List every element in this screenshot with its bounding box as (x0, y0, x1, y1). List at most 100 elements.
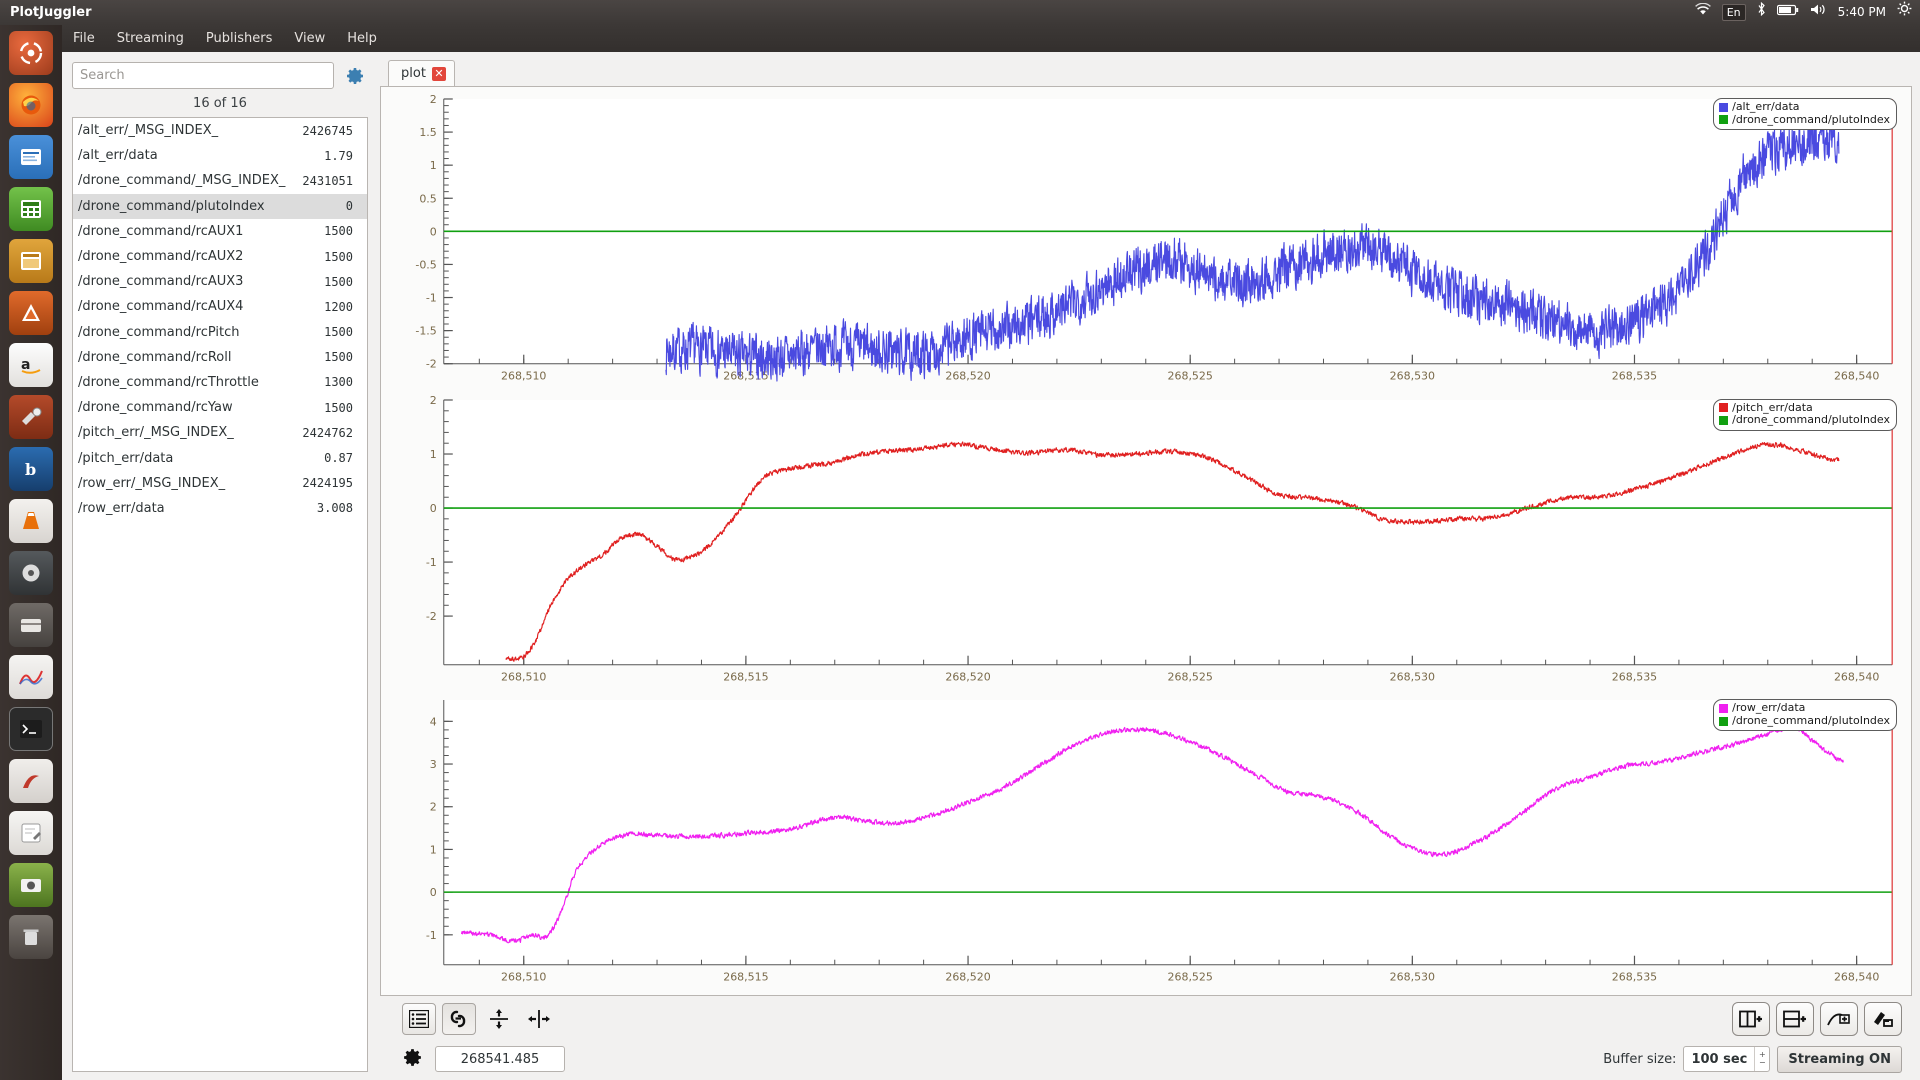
legend-swatch-pitch-err (1719, 403, 1729, 413)
menu-publishers[interactable]: Publishers (195, 27, 283, 50)
legend-entry: /drone_command/plutoIndex (1719, 113, 1890, 127)
plot-alt-err[interactable]: -2 -1.5 -1 -0.5 0 0.5 1 1.5 2 268,510 268,515 268,5… (387, 93, 1905, 390)
curve-list[interactable]: /alt_err/_MSG_INDEX_ 2426745/alt_err/data… (72, 117, 368, 1072)
plot-row-err-legend[interactable]: /row_err/data /drone_command/plutoIndex (1713, 699, 1897, 732)
launcher-amazon-icon[interactable]: a (9, 343, 53, 387)
launcher-vlc-icon[interactable] (9, 499, 53, 543)
curve-list-item[interactable]: /row_err/_MSG_INDEX_ 2424195 (73, 471, 367, 496)
wifi-icon[interactable] (1694, 0, 1711, 25)
curve-list-item[interactable]: /row_err/data 3.008 (73, 496, 367, 521)
launcher-software-center-icon[interactable] (9, 291, 53, 335)
svg-text:-0.5: -0.5 (415, 258, 436, 271)
svg-text:268,510: 268,510 (501, 971, 546, 984)
clock[interactable]: 5:40 PM (1838, 0, 1886, 25)
svg-text:268,515: 268,515 (723, 670, 768, 683)
svg-text:268,525: 268,525 (1168, 971, 1213, 984)
curve-list-item[interactable]: /drone_command/_MSG_INDEX_ 2431051 (73, 168, 367, 193)
split-horizontal-icon[interactable] (1732, 1002, 1770, 1036)
curve-list-item[interactable]: /alt_err/_MSG_INDEX_ 2426745 (73, 118, 367, 143)
buffer-size-spinner[interactable]: 100 sec + − (1683, 1046, 1771, 1072)
zoom-horizontal-icon[interactable] (522, 1003, 556, 1035)
launcher-dash-icon[interactable] (9, 31, 53, 75)
svg-text:268,535: 268,535 (1612, 370, 1657, 383)
window-title: PlotJuggler (10, 5, 92, 20)
launcher-bluefish-icon[interactable]: b (9, 447, 53, 491)
launcher-firefox-icon[interactable] (9, 83, 53, 127)
legend-label: /alt_err/data (1732, 100, 1800, 113)
current-time-value[interactable]: 268541.485 (435, 1046, 565, 1072)
svg-text:1: 1 (430, 448, 437, 461)
search-input[interactable] (72, 62, 334, 89)
launcher-calc-icon[interactable] (9, 187, 53, 231)
curve-list-item[interactable]: /pitch_err/_MSG_INDEX_ 2424762 (73, 420, 367, 445)
menu-view[interactable]: View (283, 27, 336, 50)
launcher-screenshot-icon[interactable] (9, 863, 53, 907)
add-plot-icon[interactable] (1820, 1002, 1858, 1036)
plot-row-err-canvas[interactable]: -1 0 1 2 3 4 268,510 268,515 268,520 268,525 268,5… (387, 694, 1905, 991)
curve-value: 1500 (324, 325, 353, 340)
menu-help[interactable]: Help (336, 27, 388, 50)
curve-name: /row_err/_MSG_INDEX_ (78, 475, 226, 491)
status-gear-icon[interactable] (402, 1047, 423, 1072)
launcher-plotjuggler-icon[interactable] (9, 655, 53, 699)
curve-list-item[interactable]: /drone_command/rcAUX3 1500 (73, 269, 367, 294)
menu-file[interactable]: File (62, 27, 106, 50)
curve-list-item[interactable]: /pitch_err/data 0.87 (73, 445, 367, 470)
plot-row-err[interactable]: -1 0 1 2 3 4 268,510 268,515 268,520 268,525 268,5… (387, 694, 1905, 991)
curve-list-item[interactable]: /drone_command/rcPitch 1500 (73, 320, 367, 345)
tab-strip: plot ✕ (380, 56, 1912, 86)
legend-swatch-pluto-index (1719, 415, 1729, 425)
spinner-arrows-icon[interactable]: + − (1754, 1047, 1769, 1071)
session-menu-icon[interactable] (1897, 0, 1912, 25)
launcher-settings-icon[interactable] (9, 395, 53, 439)
curve-list-item[interactable]: /drone_command/rcRoll 1500 (73, 345, 367, 370)
launcher-files-icon[interactable] (9, 135, 53, 179)
svg-text:268,525: 268,525 (1168, 370, 1213, 383)
curve-list-item[interactable]: /drone_command/plutoIndex 0 (73, 193, 367, 219)
bluetooth-icon[interactable] (1757, 0, 1766, 25)
main-workspace: 16 of 16 /alt_err/_MSG_INDEX_ 2426745/alt… (62, 52, 1920, 1080)
launcher-terminal-icon[interactable] (9, 707, 53, 751)
curve-list-item[interactable]: /drone_command/rcAUX4 1200 (73, 294, 367, 319)
split-vertical-icon[interactable] (1776, 1002, 1814, 1036)
launcher-trash-icon[interactable] (9, 915, 53, 959)
curve-value: 1.79 (324, 148, 353, 163)
svg-text:1.5: 1.5 (419, 126, 436, 139)
curve-value: 1500 (324, 274, 353, 289)
volume-icon[interactable] (1810, 0, 1827, 25)
curve-name: /drone_command/plutoIndex (78, 198, 265, 214)
curve-list-item[interactable]: /drone_command/rcThrottle 1300 (73, 370, 367, 395)
launcher-editor-icon[interactable] (9, 759, 53, 803)
curve-list-item[interactable]: /drone_command/rcAUX2 1500 (73, 244, 367, 269)
curve-list-item[interactable]: /drone_command/rcYaw 1500 (73, 395, 367, 420)
launcher-impress-icon[interactable] (9, 239, 53, 283)
launcher-media-icon[interactable] (9, 551, 53, 595)
language-indicator[interactable]: En (1721, 4, 1746, 21)
clear-plot-icon[interactable] (1864, 1002, 1902, 1036)
battery-icon[interactable] (1776, 0, 1799, 25)
launcher-notes-icon[interactable] (9, 811, 53, 855)
list-settings-gear-icon[interactable] (342, 63, 368, 89)
tab-label: plot (401, 66, 426, 81)
tab-plot[interactable]: plot ✕ (388, 60, 455, 86)
menu-streaming[interactable]: Streaming (106, 27, 195, 50)
plot-pitch-err[interactable]: -2 -1 0 1 2 268,510 268,515 268,520 268,525 268,5… (387, 394, 1905, 691)
curve-list-item[interactable]: /alt_err/data 1.79 (73, 143, 367, 168)
list-view-icon[interactable] (402, 1003, 436, 1035)
link-curves-icon[interactable] (442, 1003, 476, 1035)
launcher-archive-icon[interactable] (9, 603, 53, 647)
legend-entry: /alt_err/data (1719, 100, 1890, 114)
curve-name: /alt_err/_MSG_INDEX_ (78, 123, 219, 139)
curve-list-item[interactable]: /drone_command/rcAUX1 1500 (73, 219, 367, 244)
plot-row-err-svg: -1 0 1 2 3 4 268,510 268,515 268,520 268,525 268,5… (426, 700, 1893, 984)
legend-swatch-alt-err (1719, 102, 1729, 112)
zoom-vertical-icon[interactable] (482, 1003, 516, 1035)
streaming-toggle-button[interactable]: Streaming ON (1777, 1045, 1902, 1073)
plot-alt-err-canvas[interactable]: -2 -1.5 -1 -0.5 0 0.5 1 1.5 2 268,510 268,515 268,5… (387, 93, 1905, 390)
close-icon[interactable]: ✕ (431, 66, 446, 81)
plot-pitch-err-canvas[interactable]: -2 -1 0 1 2 268,510 268,515 268,520 268,525 268,5… (387, 394, 1905, 691)
svg-text:268,530: 268,530 (1390, 971, 1435, 984)
plot-alt-err-svg: -2-1.5-1-0.500.511.52268,510 268,515 268,5… (415, 93, 1893, 383)
plot-pitch-err-legend[interactable]: /pitch_err/data /drone_command/plutoInde… (1713, 398, 1897, 431)
plot-alt-err-legend[interactable]: /alt_err/data /drone_command/plutoIndex (1713, 98, 1897, 130)
